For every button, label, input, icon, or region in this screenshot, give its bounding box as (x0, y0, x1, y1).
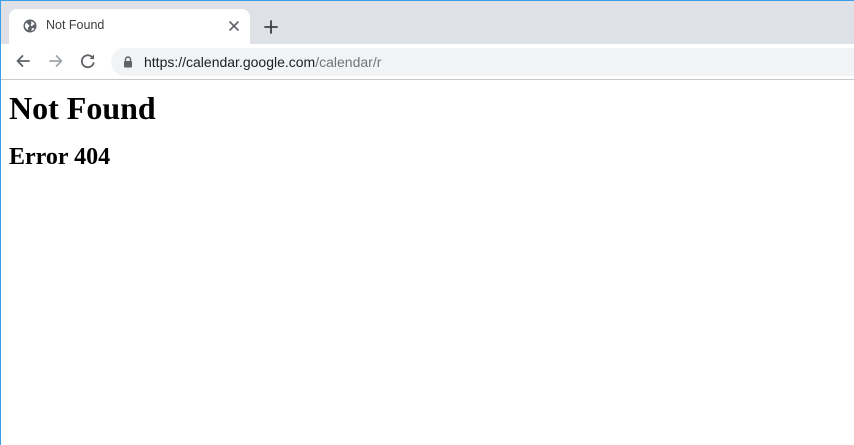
browser-toolbar: https://calendar.google.com/calendar/r (1, 44, 854, 80)
lock-icon[interactable] (123, 56, 133, 68)
plus-icon[interactable] (262, 18, 280, 36)
tab-title: Not Found (46, 18, 105, 32)
tab-not-found[interactable]: Not Found (9, 9, 250, 44)
globe-icon (23, 19, 37, 33)
url-text[interactable]: https://calendar.google.com/calendar/r (144, 54, 381, 70)
forward-arrow-icon[interactable] (46, 51, 66, 71)
tab-strip: Not Found (1, 1, 854, 44)
back-arrow-icon[interactable] (13, 51, 33, 71)
error-code: Error 404 (9, 144, 111, 170)
address-bar[interactable]: https://calendar.google.com/calendar/r (111, 48, 854, 76)
reload-icon[interactable] (78, 51, 98, 71)
close-icon[interactable] (227, 19, 241, 33)
page-heading: Not Found (9, 90, 156, 126)
browser-window: Not Found https://calendar.google.com/ca… (0, 0, 854, 445)
url-path: /calendar/r (315, 54, 382, 70)
page-content: Not Found Error 404 (9, 80, 849, 171)
url-host: https://calendar.google.com (144, 54, 316, 70)
